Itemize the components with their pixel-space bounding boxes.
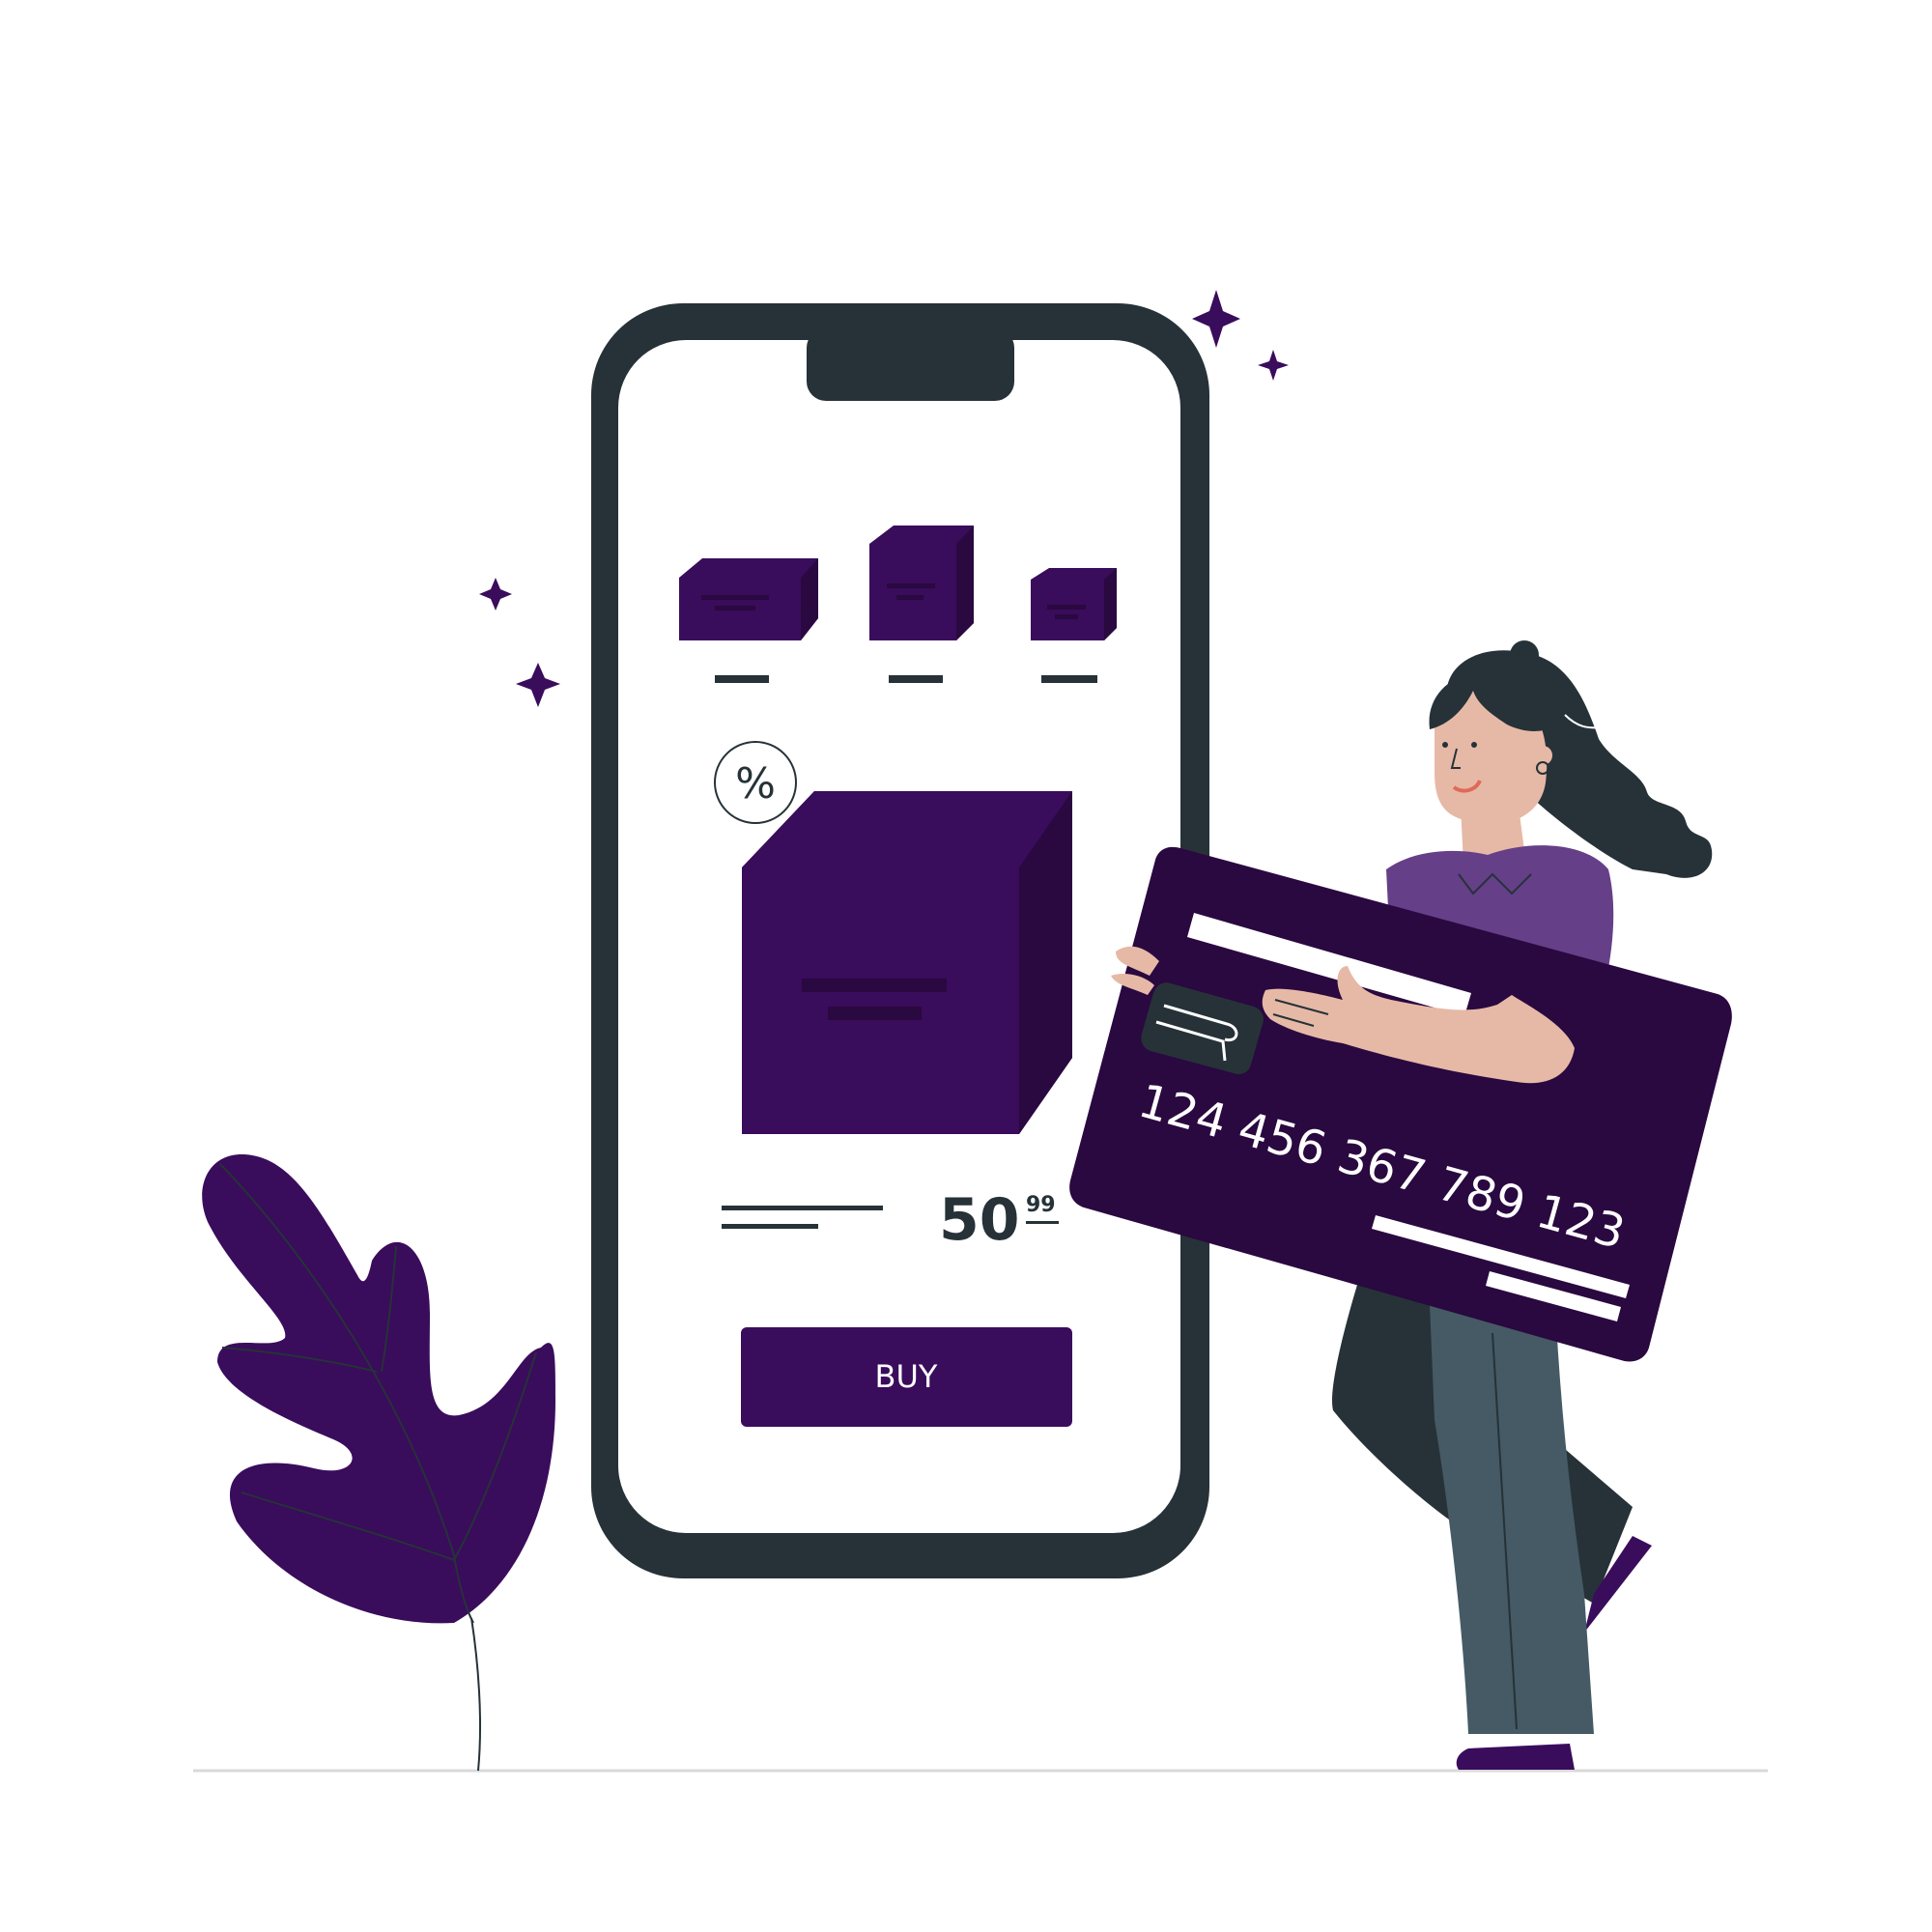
sparkle-icon (479, 578, 512, 611)
percent-badge-icon: % (714, 741, 797, 824)
product-label-line (889, 675, 943, 683)
illustration-stage: % 50 99 BUY 124 456 367 789 123 (0, 0, 1932, 1932)
price-main: 50 (939, 1186, 1020, 1254)
sparkle-icon (516, 663, 560, 707)
sparkle-icon (1192, 290, 1240, 348)
sparkle-icon (1258, 350, 1289, 381)
buy-button[interactable]: BUY (741, 1327, 1072, 1427)
leaf-plant (202, 1154, 556, 1772)
payment-illustration: % 50 99 BUY 124 456 367 789 123 (193, 290, 1768, 1773)
product-label-line (715, 675, 769, 683)
product-label-line (1041, 675, 1097, 683)
price-cents-underline (1026, 1221, 1059, 1224)
price-cents: 99 (1026, 1193, 1056, 1217)
product-main-image (742, 791, 1072, 1134)
discount-symbol: % (735, 759, 776, 809)
buy-button-label: BUY (875, 1358, 938, 1395)
phone-notch (807, 328, 1014, 401)
